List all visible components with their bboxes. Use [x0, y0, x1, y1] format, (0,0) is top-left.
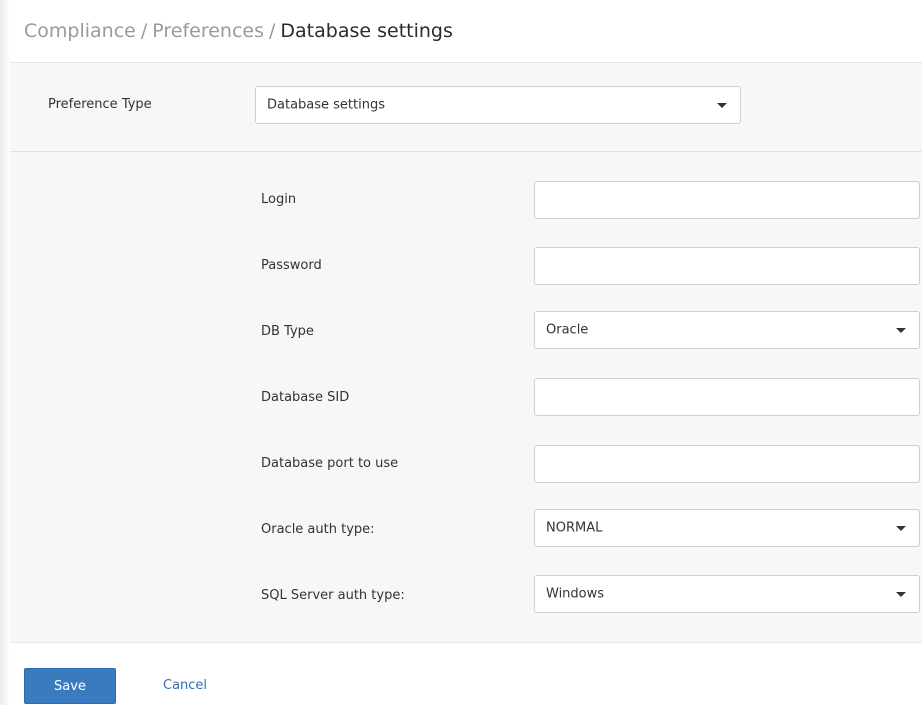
sql-server-auth-type-value: Windows	[546, 586, 605, 602]
caret-down-icon	[717, 103, 727, 108]
save-button[interactable]: Save	[24, 668, 116, 704]
oracle-auth-type-select[interactable]: NORMAL	[534, 509, 920, 547]
preference-type-label: Preference Type	[48, 97, 152, 112]
breadcrumb: Compliance / Preferences / Database settings	[24, 20, 453, 42]
db-type-value: Oracle	[546, 322, 589, 338]
database-sid-label: Database SID	[261, 390, 350, 405]
breadcrumb-current: Database settings	[280, 20, 453, 42]
caret-down-icon	[896, 328, 906, 333]
oracle-auth-type-value: NORMAL	[546, 520, 603, 536]
oracle-auth-type-label: Oracle auth type:	[261, 522, 375, 537]
db-type-select[interactable]: Oracle	[534, 311, 920, 349]
breadcrumb-item-preferences[interactable]: Preferences	[152, 20, 264, 42]
preference-type-select[interactable]: Database settings	[255, 86, 741, 124]
page-edge-shadow	[0, 0, 10, 705]
database-port-field[interactable]	[534, 445, 920, 483]
caret-down-icon	[896, 592, 906, 597]
password-label: Password	[261, 258, 322, 273]
breadcrumb-item-compliance[interactable]: Compliance	[24, 20, 136, 42]
settings-panel: Preference Type Database settings Login …	[10, 62, 922, 643]
db-type-label: DB Type	[261, 324, 314, 339]
password-field[interactable]	[534, 247, 920, 285]
breadcrumb-separator: /	[269, 20, 276, 42]
caret-down-icon	[896, 526, 906, 531]
preference-type-value: Database settings	[267, 97, 386, 113]
preference-type-row: Preference Type Database settings	[10, 63, 922, 152]
login-label: Login	[261, 192, 297, 207]
sql-server-auth-type-select[interactable]: Windows	[534, 575, 920, 613]
database-sid-field[interactable]	[534, 378, 920, 416]
sql-server-auth-type-label: SQL Server auth type:	[261, 588, 405, 603]
database-port-label: Database port to use	[261, 456, 399, 471]
form-actions: Save Cancel	[0, 641, 922, 705]
breadcrumb-separator: /	[140, 20, 148, 42]
cancel-link[interactable]: Cancel	[163, 678, 207, 693]
login-field[interactable]	[534, 181, 920, 219]
